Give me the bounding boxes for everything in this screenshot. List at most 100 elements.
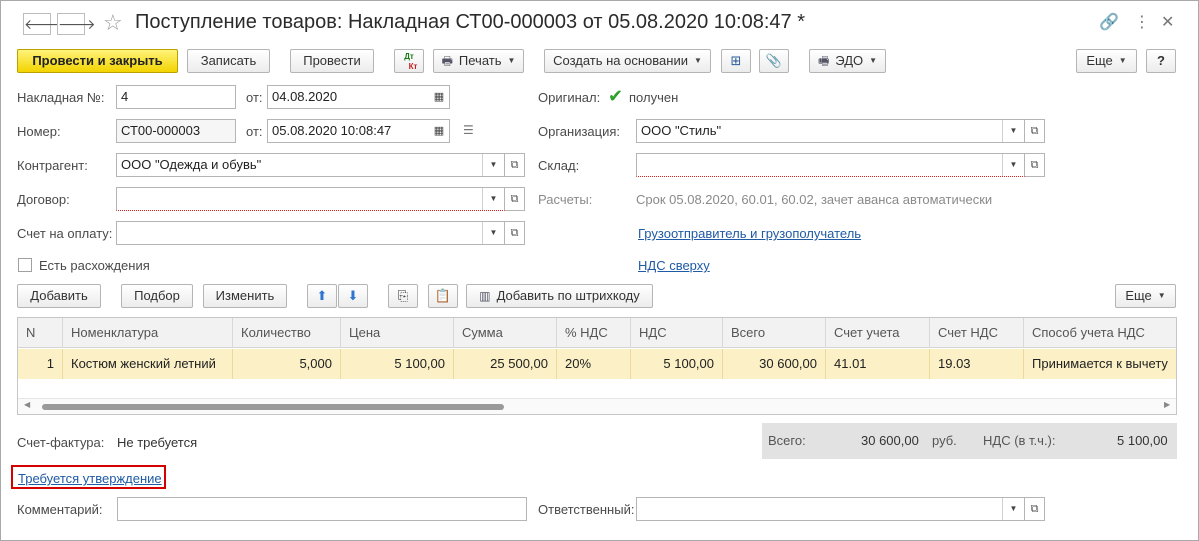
help-button[interactable]: ? bbox=[1146, 49, 1176, 73]
contract-label: Договор: bbox=[17, 192, 70, 207]
table-row[interactable]: 1 Костюм женский летний 5,000 5 100,00 2… bbox=[18, 349, 1176, 379]
counterparty-input[interactable]: ООО "Одежда и обувь" ▼ bbox=[116, 153, 505, 177]
chevron-down-icon[interactable]: ▼ bbox=[482, 188, 504, 210]
post-and-close-button[interactable]: Провести и закрыть bbox=[17, 49, 178, 73]
forward-button[interactable]: 🡒 bbox=[57, 13, 96, 35]
chevron-down-icon[interactable]: ▼ bbox=[1002, 120, 1024, 142]
open-responsible-button[interactable]: ⧉ bbox=[1025, 497, 1045, 521]
add-row-button[interactable]: Добавить bbox=[17, 284, 101, 308]
edit-button[interactable]: Изменить bbox=[203, 284, 287, 308]
column-header[interactable]: НДС bbox=[631, 318, 723, 348]
invoice-no-label: Накладная №: bbox=[17, 90, 105, 105]
vat-total-label: НДС (в т.ч.): bbox=[983, 433, 1056, 448]
open-warehouse-button[interactable]: ⧉ bbox=[1025, 153, 1045, 177]
organization-value: ООО "Стиль" bbox=[641, 123, 722, 138]
scroll-left-icon[interactable]: ◀ bbox=[24, 400, 30, 409]
link-icon[interactable]: 🔗 bbox=[1099, 13, 1119, 33]
save-button[interactable]: Записать bbox=[187, 49, 270, 73]
more-button[interactable]: Еще ▼ bbox=[1076, 49, 1137, 73]
invoice-no-input[interactable]: 4 bbox=[116, 85, 236, 109]
chevron-down-icon: ▼ bbox=[693, 56, 702, 65]
discrepancy-checkbox[interactable] bbox=[18, 258, 32, 272]
cell-price[interactable]: 5 100,00 bbox=[341, 349, 454, 379]
move-up-button[interactable]: ⬆ bbox=[307, 284, 337, 308]
add-by-barcode-button[interactable]: ▥ Добавить по штрихкоду bbox=[466, 284, 653, 308]
cell-vat-method[interactable]: Принимается к вычету bbox=[1024, 349, 1176, 379]
dt-kt-button[interactable]: Дт Кт bbox=[394, 49, 424, 73]
total-value: 30 600,00 bbox=[861, 433, 919, 448]
number-input[interactable]: СТ00-000003 bbox=[116, 119, 236, 143]
attach-button[interactable]: 📎 bbox=[759, 49, 789, 73]
vat-on-top-link[interactable]: НДС сверху bbox=[638, 258, 710, 273]
shipper-consignee-link[interactable]: Грузоотправитель и грузополучатель bbox=[638, 226, 861, 241]
original-label: Оригинал: bbox=[538, 90, 601, 105]
invoice-date-input[interactable]: 04.08.2020 ▦ bbox=[267, 85, 450, 109]
structure-button[interactable]: ⊞ bbox=[721, 49, 751, 73]
print-button[interactable]: 🖶 Печать ▼ bbox=[433, 49, 524, 73]
payment-invoice-input[interactable]: ▼ bbox=[116, 221, 505, 245]
post-button[interactable]: Провести bbox=[290, 49, 374, 73]
chevron-down-icon[interactable]: ▼ bbox=[482, 222, 504, 244]
calendar-icon[interactable]: ▦ bbox=[429, 120, 449, 142]
chevron-down-icon[interactable]: ▼ bbox=[482, 154, 504, 176]
cell-n[interactable]: 1 bbox=[18, 349, 63, 379]
cell-quantity[interactable]: 5,000 bbox=[233, 349, 341, 379]
table-more-button[interactable]: Еще ▼ bbox=[1115, 284, 1176, 308]
create-based-on-button[interactable]: Создать на основании ▼ bbox=[544, 49, 711, 73]
approval-required-link[interactable]: Требуется утверждение bbox=[18, 471, 162, 486]
copy-button[interactable]: ⎘ bbox=[388, 284, 418, 308]
open-payment-invoice-button[interactable]: ⧉ bbox=[505, 221, 525, 245]
column-header[interactable]: Цена bbox=[341, 318, 454, 348]
checkmark-icon[interactable]: ✔ bbox=[608, 87, 623, 105]
column-header[interactable]: N bbox=[18, 318, 63, 348]
arrow-right-icon: 🡒 bbox=[58, 16, 96, 32]
cell-vat-account[interactable]: 19.03 bbox=[930, 349, 1024, 379]
open-contract-button[interactable]: ⧉ bbox=[505, 187, 525, 211]
copy-icon: ⎘ bbox=[397, 288, 409, 303]
star-icon[interactable]: ☆ bbox=[103, 11, 123, 35]
arrow-left-icon: 🡐 bbox=[24, 16, 62, 32]
scroll-right-icon[interactable]: ▶ bbox=[1164, 400, 1170, 409]
warehouse-input[interactable]: ▼ bbox=[636, 153, 1025, 177]
arrow-down-icon: ⬇ bbox=[347, 288, 359, 303]
move-down-button[interactable]: ⬇ bbox=[338, 284, 368, 308]
calendar-icon[interactable]: ▦ bbox=[429, 86, 449, 108]
column-header[interactable]: % НДС bbox=[557, 318, 631, 348]
create-based-on-label: Создать на основании bbox=[553, 53, 688, 68]
comment-input[interactable] bbox=[117, 497, 527, 521]
list-icon[interactable]: ☰ bbox=[463, 123, 474, 137]
responsible-input[interactable]: ▼ bbox=[636, 497, 1025, 521]
column-header[interactable]: Счет учета bbox=[826, 318, 930, 348]
doc-datetime-input[interactable]: 05.08.2020 10:08:47 ▦ bbox=[267, 119, 450, 143]
cell-vat-rate[interactable]: 20% bbox=[557, 349, 631, 379]
column-header[interactable]: Способ учета НДС bbox=[1024, 318, 1176, 348]
cell-vat[interactable]: 5 100,00 bbox=[631, 349, 723, 379]
dt-kt-icon-top: Дт bbox=[404, 52, 414, 61]
cell-nomenclature[interactable]: Костюм женский летний bbox=[63, 349, 233, 379]
select-button[interactable]: Подбор bbox=[121, 284, 193, 308]
column-header[interactable]: Всего bbox=[723, 318, 826, 348]
chevron-down-icon[interactable]: ▼ bbox=[1002, 498, 1024, 520]
vertical-dots-icon[interactable]: ⋮ bbox=[1134, 13, 1150, 33]
barcode-icon: ▥ bbox=[479, 289, 491, 303]
open-organization-button[interactable]: ⧉ bbox=[1025, 119, 1045, 143]
print-label: Печать bbox=[458, 53, 502, 68]
open-counterparty-button[interactable]: ⧉ bbox=[505, 153, 525, 177]
chevron-down-icon: ▼ bbox=[869, 56, 878, 65]
column-header[interactable]: Номенклатура bbox=[63, 318, 233, 348]
scrollbar-thumb[interactable] bbox=[42, 404, 504, 410]
cell-account[interactable]: 41.01 bbox=[826, 349, 930, 379]
column-header[interactable]: Сумма bbox=[454, 318, 557, 348]
close-icon[interactable]: ✕ bbox=[1161, 13, 1174, 33]
chevron-down-icon[interactable]: ▼ bbox=[1002, 154, 1024, 176]
organization-input[interactable]: ООО "Стиль" ▼ bbox=[636, 119, 1025, 143]
cell-sum[interactable]: 25 500,00 bbox=[454, 349, 557, 379]
contract-input[interactable]: ▼ bbox=[116, 187, 505, 211]
currency-label: руб. bbox=[932, 433, 957, 448]
column-header[interactable]: Количество bbox=[233, 318, 341, 348]
back-button[interactable]: 🡐 bbox=[23, 13, 62, 35]
paste-button[interactable]: 📋 bbox=[428, 284, 458, 308]
edo-button[interactable]: 🖷 ЭДО ▼ bbox=[809, 49, 886, 73]
cell-total[interactable]: 30 600,00 bbox=[723, 349, 826, 379]
column-header[interactable]: Счет НДС bbox=[930, 318, 1024, 348]
